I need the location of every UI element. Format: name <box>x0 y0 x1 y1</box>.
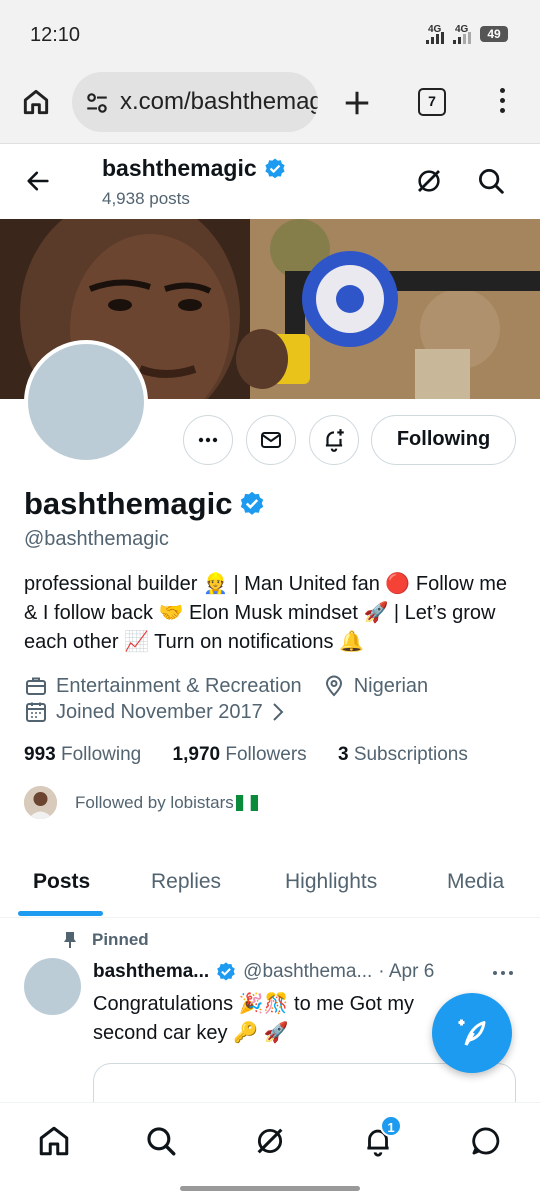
compose-post-button[interactable] <box>432 993 512 1073</box>
grok-icon[interactable] <box>414 166 444 196</box>
notify-button[interactable] <box>309 415 359 465</box>
tab-highlights[interactable]: Highlights <box>285 870 377 894</box>
bell-plus-icon <box>325 429 344 452</box>
url-text: x.com/bashthemagic <box>120 88 318 115</box>
profile-avatar[interactable] <box>24 340 148 464</box>
browser-menu-icon[interactable] <box>500 88 508 118</box>
back-arrow-icon[interactable] <box>24 167 52 195</box>
post-author-handle: @bashthema... <box>243 961 373 982</box>
location-pin-icon <box>325 675 342 697</box>
site-settings-icon[interactable] <box>84 90 110 116</box>
signal-icon-2 <box>453 32 471 44</box>
new-tab-icon[interactable] <box>342 88 372 118</box>
nav-search-icon[interactable] <box>141 1121 181 1161</box>
follower-avatar <box>24 786 57 819</box>
profile-handle: @bashthemagic <box>24 528 169 550</box>
post-date: · Apr 6 <box>378 961 435 982</box>
chevron-right-icon <box>273 703 284 721</box>
signal-icon <box>426 32 444 44</box>
header-profile-name: bashthemagic <box>102 155 257 181</box>
pinned-label-row: Pinned <box>62 930 149 950</box>
calendar-icon <box>26 702 46 722</box>
battery-icon: 49 <box>480 26 508 42</box>
following-stat[interactable]: 993 Following <box>24 744 141 765</box>
briefcase-icon <box>26 677 46 695</box>
post-author-avatar[interactable] <box>24 958 81 1015</box>
post-author-name[interactable]: bashthema... <box>93 961 209 983</box>
tab-switcher-button[interactable]: 7 <box>418 88 446 116</box>
nav-messages-icon[interactable] <box>466 1121 506 1161</box>
profile-joined: Joined November 2017 <box>56 700 263 723</box>
following-button[interactable]: Following <box>371 415 516 465</box>
pinned-label: Pinned <box>92 930 149 949</box>
profile-location: Nigerian <box>353 674 429 697</box>
message-button[interactable] <box>246 415 296 465</box>
verified-badge-icon <box>241 491 264 515</box>
verified-badge-icon <box>217 962 235 981</box>
gesture-bar[interactable] <box>180 1186 360 1191</box>
tab-media[interactable]: Media <box>447 870 504 894</box>
followers-stat[interactable]: 1,970 Followers <box>173 744 307 765</box>
more-dots-icon <box>198 437 218 443</box>
status-time: 12:10 <box>30 24 81 46</box>
browser-toolbar: x.com/bashthemagic 7 <box>0 64 540 144</box>
verified-badge-icon <box>265 158 285 178</box>
tab-replies[interactable]: Replies <box>151 870 221 894</box>
nav-home-icon[interactable] <box>34 1121 74 1161</box>
tab-posts[interactable]: Posts <box>33 870 90 894</box>
subscriptions-stat[interactable]: 3 Subscriptions <box>338 744 468 765</box>
search-icon[interactable] <box>476 166 506 196</box>
pin-icon <box>64 932 76 948</box>
nigeria-flag-icon <box>235 794 258 811</box>
profile-category-row: Entertainment & Recreation Nigerian <box>24 674 428 698</box>
address-bar[interactable]: x.com/bashthemagic <box>72 72 318 132</box>
header-post-count: 4,938 posts <box>102 189 190 208</box>
profile-category: Entertainment & Recreation <box>56 674 302 697</box>
nav-grok-icon[interactable] <box>250 1121 290 1161</box>
profile-tabs: Posts Replies Highlights Media <box>0 852 540 918</box>
envelope-icon <box>261 432 281 448</box>
followed-by-text: Followed by lobistars <box>75 792 234 812</box>
profile-joined-row[interactable]: Joined November 2017 <box>24 700 295 724</box>
active-tab-indicator <box>18 911 103 916</box>
notification-badge: 1 <box>380 1115 402 1137</box>
home-icon[interactable] <box>20 86 52 118</box>
profile-stats: 993 Following 1,970 Followers 3 Subscrip… <box>24 744 468 766</box>
post-header: bashthema... @bashthema... · Apr 6 <box>93 961 434 983</box>
post-text: Congratulations 🎉🎊 to me Got my second c… <box>93 993 415 1044</box>
profile-bio: professional builder 👷 | Man United fan … <box>24 573 507 653</box>
compose-feather-icon <box>458 1019 486 1046</box>
post-more-icon[interactable] <box>492 966 514 980</box>
followed-by-row[interactable]: Followed by lobistars <box>24 786 258 819</box>
profile-name: bashthemagic <box>24 486 233 521</box>
profile-top-bar: bashthemagic 4,938 posts <box>0 145 540 219</box>
profile-name-row: bashthemagic <box>24 486 266 522</box>
more-options-button[interactable] <box>183 415 233 465</box>
status-bar: 12:10 4G 4G 49 <box>0 0 540 64</box>
